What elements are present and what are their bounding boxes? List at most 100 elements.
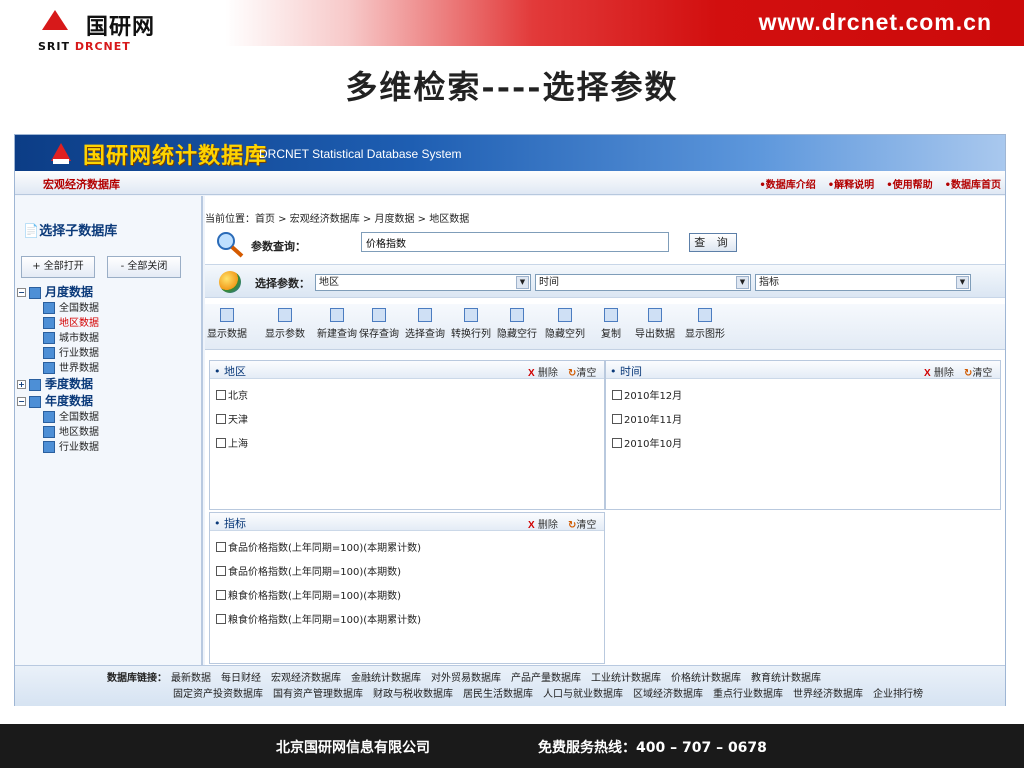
top-link-help[interactable]: •使用帮助 (886, 180, 932, 191)
database-link[interactable]: 工业统计数据库 (591, 673, 661, 684)
checkbox-item[interactable]: 2010年10月 (612, 435, 682, 450)
query-label: 参数查询： (251, 240, 306, 253)
hotline: 免费服务热线：400 – 707 – 0678 (538, 740, 767, 756)
toolbar-button[interactable]: 显示数据 (207, 308, 247, 348)
checkbox-item[interactable]: 粮食价格指数(上年同期=100)(本期数) (216, 587, 401, 602)
expand-all-button[interactable]: + 全部打开 (21, 256, 95, 278)
tree-item[interactable]: 全国数据 (15, 301, 203, 316)
database-link[interactable]: 重点行业数据库 (713, 689, 783, 700)
main-content: 当前位置：首页 > 宏观经济数据库 > 月度数据 > 地区数据 参数查询： 查 … (205, 196, 1005, 666)
database-link[interactable]: 国有资产管理数据库 (273, 689, 363, 700)
database-link[interactable]: 企业排行榜 (873, 689, 923, 700)
toolbar-button[interactable]: 隐藏空行 (497, 308, 537, 348)
checkbox-item[interactable]: 2010年12月 (612, 387, 682, 402)
tree-item[interactable]: 地区数据 (15, 425, 203, 440)
top-link-intro[interactable]: •数据库介绍 (759, 180, 815, 191)
links-row-1: 数据库链接： 最新数据 每日财经 宏观经济数据库 金融统计数据库 对外贸易数据库 产品产量数… (107, 669, 831, 684)
database-link[interactable]: 人口与就业数据库 (543, 689, 623, 700)
database-link[interactable]: 固定资产投资数据库 (173, 689, 263, 700)
query-button[interactable]: 查 询 (689, 233, 737, 252)
slide-title: 多维检索----选择参数 (345, 68, 679, 106)
app-window: 国研网统计数据库 DRCNET Statistical Database Sys… (14, 134, 1006, 706)
sidebar: 📄选择子数据库 + 全部打开 - 全部关闭 − 月度数据 全国数据 地区数据 城市数据行… (15, 196, 203, 666)
tree-item[interactable]: 城市数据 (15, 331, 203, 346)
checkbox-icon (216, 542, 226, 552)
database-link[interactable]: 最新数据 (171, 673, 211, 684)
toolbar-icon (698, 308, 712, 322)
checkbox-icon (216, 390, 226, 400)
database-link[interactable]: 宏观经济数据库 (271, 673, 341, 684)
tree-item[interactable]: 行业数据 (15, 346, 203, 361)
delete-button[interactable]: X 删除 (528, 364, 558, 379)
panel-indicator: • 指标 X 删除 ↻清空 食品价格指数(上年同期=100)(本期累计数) 食品… (209, 512, 605, 664)
database-link[interactable]: 居民生活数据库 (463, 689, 533, 700)
toolbar-button[interactable]: 新建查询 (317, 308, 357, 348)
database-link[interactable]: 金融统计数据库 (351, 673, 421, 684)
database-link[interactable]: 财政与税收数据库 (373, 689, 453, 700)
panel-title: • 指标 (214, 517, 246, 530)
tree-group[interactable]: − 年度数据 (15, 393, 203, 410)
clear-button[interactable]: ↻清空 (568, 516, 596, 531)
expand-icon[interactable]: + (17, 380, 26, 389)
checkbox-item[interactable]: 天津 (216, 411, 248, 426)
database-link[interactable]: 价格统计数据库 (671, 673, 741, 684)
delete-button[interactable]: X 删除 (528, 516, 558, 531)
folder-icon (43, 302, 55, 314)
checkbox-icon (612, 390, 622, 400)
toolbar-button[interactable]: 隐藏空列 (545, 308, 585, 348)
clear-button[interactable]: ↻清空 (568, 364, 596, 379)
tree-group[interactable]: − 月度数据 (15, 284, 203, 301)
toolbar-button[interactable]: 选择查询 (405, 308, 445, 348)
select-time[interactable]: 时间 ▼ (535, 274, 751, 291)
checkbox-item[interactable]: 粮食价格指数(上年同期=100)(本期累计数) (216, 611, 421, 626)
database-link[interactable]: 每日财经 (221, 673, 261, 684)
select-region[interactable]: 地区 ▼ (315, 274, 531, 291)
app-subtitle: DRCNET Statistical Database System (259, 147, 462, 161)
database-link[interactable]: 世界经济数据库 (793, 689, 863, 700)
checkbox-item[interactable]: 食品价格指数(上年同期=100)(本期累计数) (216, 539, 421, 554)
database-link[interactable]: 区域经济数据库 (633, 689, 703, 700)
tree-item[interactable]: 全国数据 (15, 410, 203, 425)
toolbar-icon (464, 308, 478, 322)
checkbox-item[interactable]: 北京 (216, 387, 248, 402)
database-link[interactable]: 产品产量数据库 (511, 673, 581, 684)
database-link[interactable]: 对外贸易数据库 (431, 673, 501, 684)
app-banner: 国研网统计数据库 DRCNET Statistical Database Sys… (15, 135, 1005, 171)
tree-item[interactable]: 地区数据 (15, 316, 203, 331)
sidebar-buttons: + 全部打开 - 全部关闭 (21, 256, 193, 278)
checkbox-item[interactable]: 食品价格指数(上年同期=100)(本期数) (216, 563, 401, 578)
tree-item[interactable]: 世界数据 (15, 361, 203, 376)
database-link[interactable]: 教育统计数据库 (751, 673, 821, 684)
checkbox-item[interactable]: 上海 (216, 435, 248, 450)
toolbar-button[interactable]: 保存查询 (359, 308, 399, 348)
toolbar-icon (220, 308, 234, 322)
delete-button[interactable]: X 删除 (924, 364, 954, 379)
tree-label: 全国数据 (59, 412, 99, 423)
panel-header: • 地区 X 删除 ↻清空 (210, 361, 604, 379)
folder-icon (29, 378, 41, 391)
tree-item[interactable]: 行业数据 (15, 440, 203, 455)
site-url: www.drcnet.com.cn (758, 9, 992, 35)
panel-header: • 时间 X 删除 ↻清空 (606, 361, 1000, 379)
query-input[interactable] (361, 232, 669, 252)
checkbox-item[interactable]: 2010年11月 (612, 411, 682, 426)
toolbar-button[interactable]: 转换行列 (451, 308, 491, 348)
tree-label: 年度数据 (45, 394, 94, 408)
top-link-explain[interactable]: •解释说明 (828, 180, 874, 191)
logo-icon (42, 10, 68, 30)
clear-button[interactable]: ↻清空 (964, 364, 992, 379)
top-link-home[interactable]: •数据库首页 (945, 180, 1001, 191)
tree-group[interactable]: + 季度数据 (15, 376, 203, 393)
toolbar-button[interactable]: 导出数据 (635, 308, 675, 348)
folder-icon (43, 411, 55, 423)
tree-label: 行业数据 (59, 442, 99, 453)
collapse-icon[interactable]: − (17, 397, 26, 406)
toolbar-button[interactable]: 显示参数 (265, 308, 305, 348)
database-name: 宏观经济数据库 (43, 178, 120, 191)
checkbox-icon (216, 614, 226, 624)
toolbar-button[interactable]: 复制 (601, 308, 621, 348)
collapse-all-button[interactable]: - 全部关闭 (107, 256, 181, 278)
select-indicator[interactable]: 指标 ▼ (755, 274, 971, 291)
toolbar-button[interactable]: 显示图形 (685, 308, 725, 348)
collapse-icon[interactable]: − (17, 288, 26, 297)
